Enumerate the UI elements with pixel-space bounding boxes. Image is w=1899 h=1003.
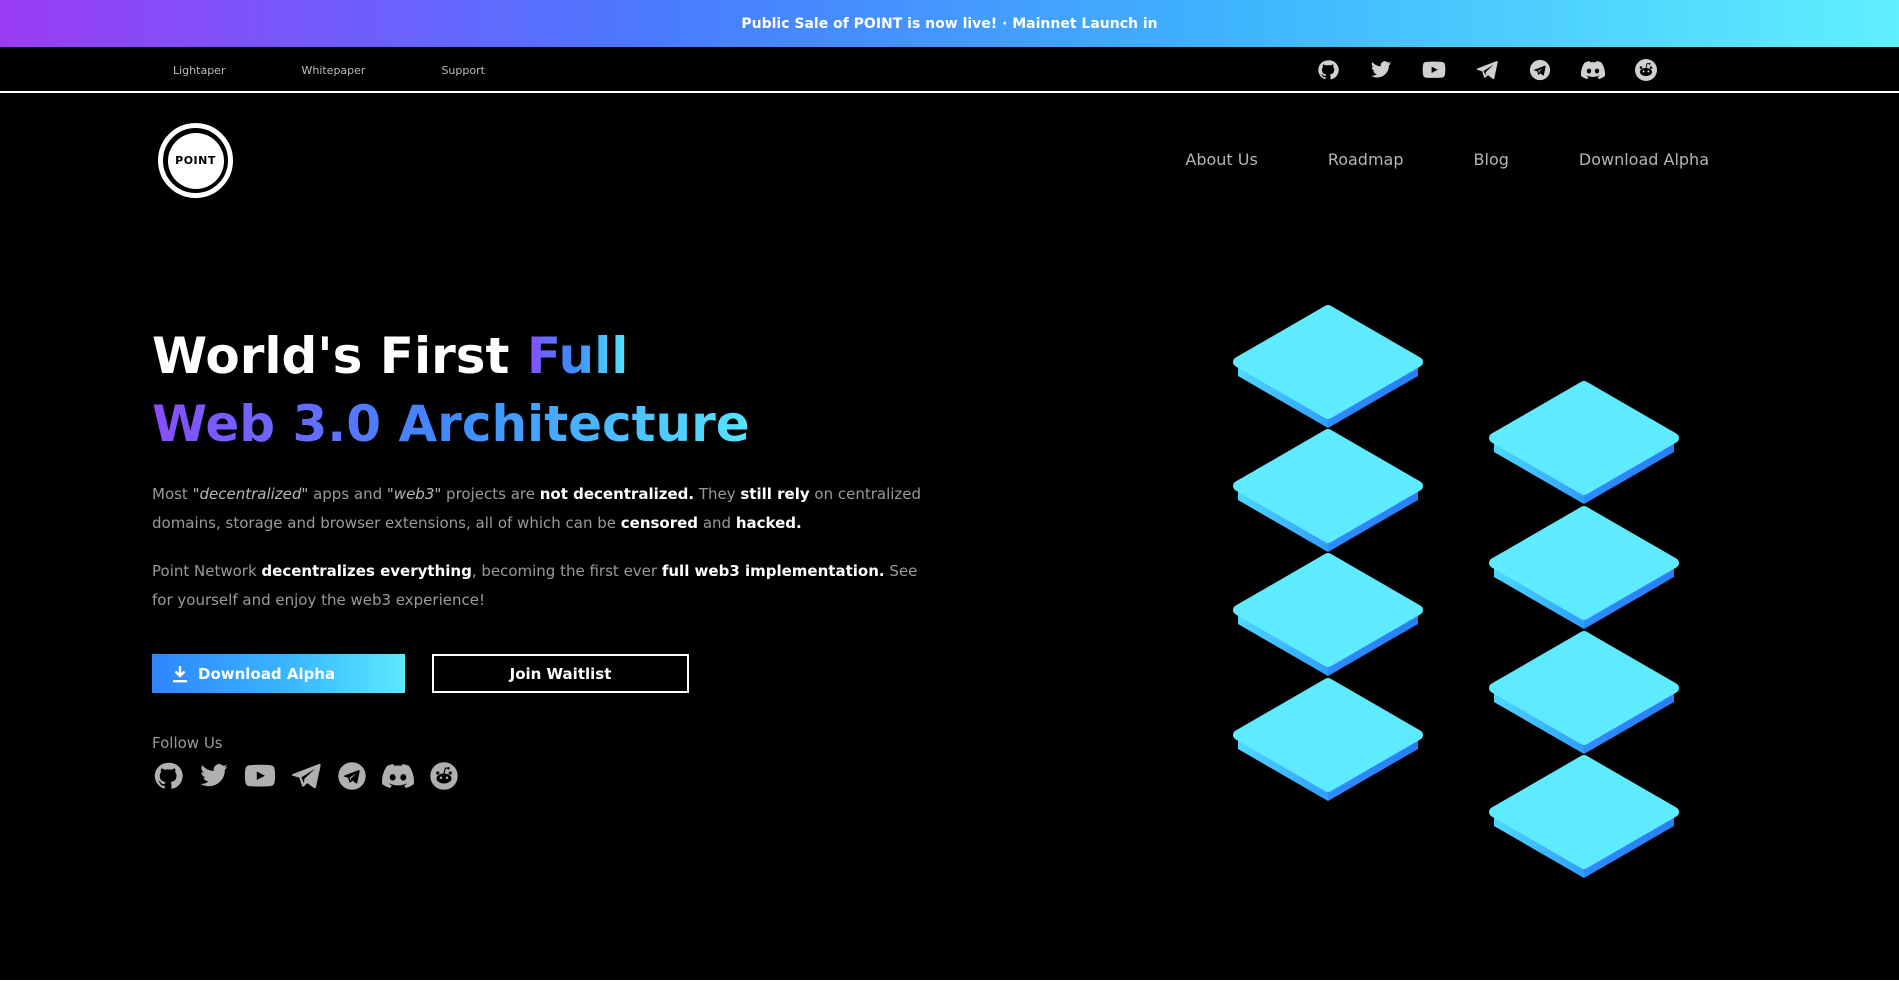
para2-text: Point Network bbox=[152, 562, 262, 580]
telegram-icon[interactable] bbox=[290, 760, 322, 792]
twitter-icon[interactable] bbox=[198, 760, 230, 792]
para1-text: and bbox=[698, 514, 736, 532]
block-right-3 bbox=[1494, 636, 1674, 754]
follow-us-label: Follow Us bbox=[152, 734, 223, 752]
para1-bold: hacked. bbox=[735, 514, 802, 532]
reddit-icon[interactable] bbox=[1633, 57, 1659, 83]
para1-text: They bbox=[694, 485, 741, 503]
logo-inner: POINT bbox=[167, 132, 224, 189]
para1-bold: still rely bbox=[740, 485, 810, 503]
para2-bold: decentralizes everything bbox=[261, 562, 472, 580]
hero-title-part2: Full bbox=[526, 327, 629, 385]
twitter-icon[interactable] bbox=[1368, 57, 1394, 83]
footer-strip bbox=[0, 980, 1899, 1003]
join-waitlist-label: Join Waitlist bbox=[509, 664, 612, 683]
top-links: Lightaper Whitepaper Support bbox=[173, 47, 561, 93]
reddit-icon[interactable] bbox=[428, 760, 460, 792]
isometric-blocks-illustration bbox=[1230, 300, 1690, 900]
support-link[interactable]: Support bbox=[441, 64, 484, 77]
download-alpha-button[interactable]: Download Alpha bbox=[152, 654, 405, 693]
para1-bold: not decentralized. bbox=[539, 485, 695, 503]
block-left-3 bbox=[1238, 558, 1418, 676]
block-left-1 bbox=[1238, 310, 1418, 428]
banner-text[interactable]: Public Sale of POINT is now live! · Main… bbox=[741, 16, 1157, 32]
youtube-icon[interactable] bbox=[244, 760, 276, 792]
main-nav: About Us Roadmap Blog Download Alpha bbox=[1115, 150, 1709, 169]
nav-about-us[interactable]: About Us bbox=[1185, 150, 1257, 169]
nav-download-alpha[interactable]: Download Alpha bbox=[1579, 150, 1709, 169]
hero-paragraph-1: Most "decentralized" apps and "web3" pro… bbox=[152, 480, 932, 538]
block-left-2 bbox=[1238, 434, 1418, 552]
hero-title: World's First Full Web 3.0 Architecture bbox=[152, 322, 750, 458]
block-right-4 bbox=[1494, 760, 1674, 878]
top-social-icons bbox=[1315, 57, 1686, 83]
para1-italic: "decentralized" bbox=[192, 485, 309, 503]
telegram-circle-icon[interactable] bbox=[1527, 57, 1553, 83]
github-icon[interactable] bbox=[152, 760, 184, 792]
block-left-4 bbox=[1238, 683, 1418, 801]
download-alpha-label: Download Alpha bbox=[198, 664, 336, 683]
para1-text: apps and bbox=[308, 485, 387, 503]
github-icon[interactable] bbox=[1315, 57, 1341, 83]
discord-icon[interactable] bbox=[1580, 57, 1606, 83]
join-waitlist-button[interactable]: Join Waitlist bbox=[432, 654, 689, 693]
hero-paragraph-2: Point Network decentralizes everything, … bbox=[152, 557, 932, 615]
point-logo[interactable]: POINT bbox=[158, 123, 233, 198]
para1-bold: censored bbox=[620, 514, 699, 532]
nav-blog[interactable]: Blog bbox=[1474, 150, 1509, 169]
telegram-icon[interactable] bbox=[1474, 57, 1500, 83]
announcement-banner[interactable]: Public Sale of POINT is now live! · Main… bbox=[0, 0, 1899, 47]
follow-social-icons bbox=[152, 760, 474, 792]
nav-roadmap[interactable]: Roadmap bbox=[1328, 150, 1404, 169]
lightpaper-link[interactable]: Lightaper bbox=[173, 64, 225, 77]
hero-title-part1: World's First bbox=[152, 327, 527, 385]
para2-bold: full web3 implementation. bbox=[661, 562, 885, 580]
para1-text: Most bbox=[152, 485, 193, 503]
para1-text: projects are bbox=[441, 485, 540, 503]
discord-icon[interactable] bbox=[382, 760, 414, 792]
youtube-icon[interactable] bbox=[1421, 57, 1447, 83]
block-right-2 bbox=[1494, 511, 1674, 629]
download-icon bbox=[172, 665, 188, 683]
telegram-circle-icon[interactable] bbox=[336, 760, 368, 792]
whitepaper-link[interactable]: Whitepaper bbox=[301, 64, 365, 77]
top-bar: Lightaper Whitepaper Support bbox=[0, 47, 1899, 93]
hero-title-line2: Web 3.0 Architecture bbox=[152, 395, 750, 453]
block-right-1 bbox=[1494, 386, 1674, 504]
para1-italic: "web3" bbox=[386, 485, 442, 503]
para2-text: , becoming the first ever bbox=[471, 562, 662, 580]
